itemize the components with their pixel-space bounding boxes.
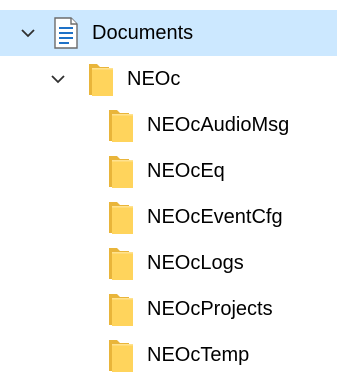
folder-tree: Documents NEOc NEOcAudioMsg NEOcEq NEOcE… (0, 0, 337, 389)
folder-icon (109, 294, 133, 326)
tree-item-label: NEOc (127, 68, 181, 90)
tree-item-neoclogs[interactable]: NEOcLogs (0, 240, 337, 286)
tree-item-label: NEOcLogs (147, 252, 244, 274)
tree-item-documents[interactable]: Documents (0, 10, 337, 56)
tree-item-label: NEOcEventCfg (147, 206, 283, 228)
tree-item-label: NEOcTemp (147, 344, 250, 366)
tree-item-neoceq[interactable]: NEOcEq (0, 148, 337, 194)
tree-item-label: Documents (92, 22, 194, 44)
tree-item-neocprojects[interactable]: NEOcProjects (0, 286, 337, 332)
folder-icon (109, 202, 133, 234)
folder-icon (89, 64, 113, 96)
documents-folder-icon (54, 17, 78, 49)
folder-icon (109, 248, 133, 280)
tree-item-neocaudiomsg[interactable]: NEOcAudioMsg (0, 102, 337, 148)
tree-item-neoceventcfg[interactable]: NEOcEventCfg (0, 194, 337, 240)
tree-item-label: NEOcEq (147, 160, 225, 182)
folder-icon (109, 156, 133, 188)
chevron-down-icon[interactable] (21, 28, 35, 38)
tree-item-neoctemp[interactable]: NEOcTemp (0, 332, 337, 378)
folder-icon (109, 340, 133, 372)
tree-item-neoc[interactable]: NEOc (0, 56, 337, 102)
tree-item-label: NEOcProjects (147, 298, 273, 320)
folder-icon (109, 110, 133, 142)
tree-item-label: NEOcAudioMsg (147, 114, 290, 136)
chevron-down-icon[interactable] (51, 74, 65, 84)
